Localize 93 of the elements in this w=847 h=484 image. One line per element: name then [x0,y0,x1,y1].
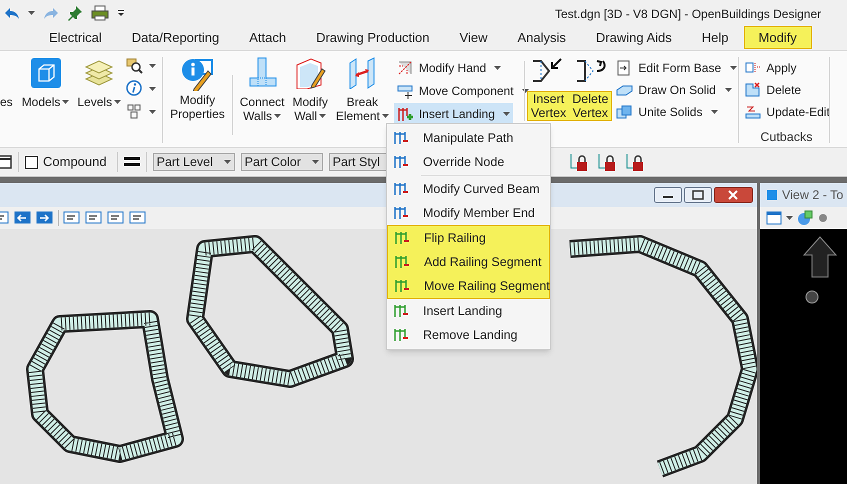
ribbon-button[interactable]: Update-Edit [743,101,832,123]
ribbon-button[interactable]: Delete [743,79,804,101]
ribbon-button[interactable]: Levels [74,57,124,109]
caret-icon [382,114,389,118]
beam-move-icon [396,82,414,100]
caret-icon [786,216,793,220]
caret-icon [224,160,231,164]
ribbon-button[interactable]: Apply [743,57,798,79]
button-label: es [0,94,13,111]
ribbon-tab[interactable]: Attach [234,26,302,49]
ribbon-tab[interactable]: Data/Reporting [116,26,234,49]
ribbon-button[interactable]: Insert Vertex [526,91,570,121]
search-icon [126,57,144,74]
undo-icon [4,6,20,20]
checkbox[interactable] [25,156,38,168]
dropdown[interactable]: Part Color [240,153,323,171]
caret-icon [274,114,282,118]
caret-icon [149,110,156,114]
menu-item[interactable]: Insert Landing [387,299,550,323]
ribbon-button[interactable]: Edit Form Base [614,57,740,79]
ribbon-button[interactable]: Models [18,57,72,109]
update-cutback-icon [745,104,762,120]
wall-pencil-icon [294,57,326,89]
ribbon-tab[interactable]: Electrical [34,26,117,49]
railing-plus-icon [393,303,409,319]
ribbon-button[interactable]: Delete Vertex [569,91,612,121]
railing-plus-icon [394,254,410,270]
ribbon-tab[interactable]: Modify [744,26,812,49]
arrow-right-icon [36,210,54,226]
pin-icon [67,4,83,20]
caret-icon [114,100,122,104]
window-title: Test.dgn [3D - V8 DGN] - OpenBuildings Designer [555,6,822,23]
caret-icon [711,110,718,114]
ribbon-button[interactable]: Unite Solids [614,101,720,123]
caret-icon [502,112,510,116]
group-label: Cutbacks [759,129,814,146]
menu-item[interactable]: Manipulate Path [387,126,550,150]
menu-item[interactable]: Modify Member End [387,201,550,225]
tool-button[interactable] [126,57,156,74]
caret-icon [28,10,35,14]
caret-icon [724,88,732,92]
globe-icon [797,210,813,226]
ribbon-button[interactable]: Draw On Solid [614,79,734,101]
view-icon [766,211,782,225]
arrow-left-icon [14,210,32,226]
ribbon-button[interactable]: Break Element [332,57,392,123]
maximize-button[interactable] [684,187,712,203]
railing-plus-icon [396,106,414,122]
union-solids-icon [616,104,634,120]
dropdown[interactable]: Part Level [152,153,235,171]
checkbox-label: Compound [43,153,107,172]
ribbon-button[interactable]: Modify Hand [394,57,504,79]
cube-icon [30,57,62,89]
menu-item[interactable]: Modify Curved Beam [387,177,550,201]
redo-icon [43,6,59,20]
light-icon [817,212,829,224]
caret-icon [62,100,70,104]
railing-remove-icon [393,327,409,343]
caret-icon [730,66,738,70]
ribbon-tab[interactable]: Drawing Production [301,26,445,49]
menu-item[interactable]: Remove Landing [387,323,550,347]
view-title: View 2 - To [782,186,844,204]
ribbon-button[interactable]: Modify Properties [167,57,228,121]
info-pencil-icon [180,57,214,91]
window-icon [0,155,12,169]
caret-icon [312,160,319,164]
caret-icon [149,64,156,68]
ribbon-tab[interactable]: Help [686,26,744,49]
ribbon-button[interactable]: Modify Wall [289,57,331,123]
caret-icon [494,66,502,70]
customize-icon [117,8,125,16]
info-icon [126,80,144,97]
railing-flip-icon [394,230,410,246]
arrow-right-tool[interactable] [36,210,54,226]
caret-icon [149,86,156,90]
ribbon-button[interactable]: Connect Walls [236,57,288,123]
close-button[interactable] [714,187,753,203]
tool-button[interactable] [126,80,156,97]
line-weight-icon [124,157,140,167]
corner-icon [396,60,414,76]
cube-icon [766,189,778,201]
caret-icon [319,114,326,118]
printer-icon [91,4,109,20]
arrow-left-tool[interactable] [14,210,32,226]
railing-move-icon [394,278,410,294]
ribbon-tab[interactable]: Analysis [502,26,581,49]
ribbon-tab[interactable]: Drawing Aids [580,26,687,49]
minimize-button[interactable] [654,187,682,203]
ribbon-tab[interactable]: View [444,26,502,49]
ribbon-button[interactable]: Insert Landing [394,103,513,125]
tool-button[interactable] [126,103,156,120]
grid-icon [126,103,144,120]
delete-cutback-icon [745,82,762,98]
